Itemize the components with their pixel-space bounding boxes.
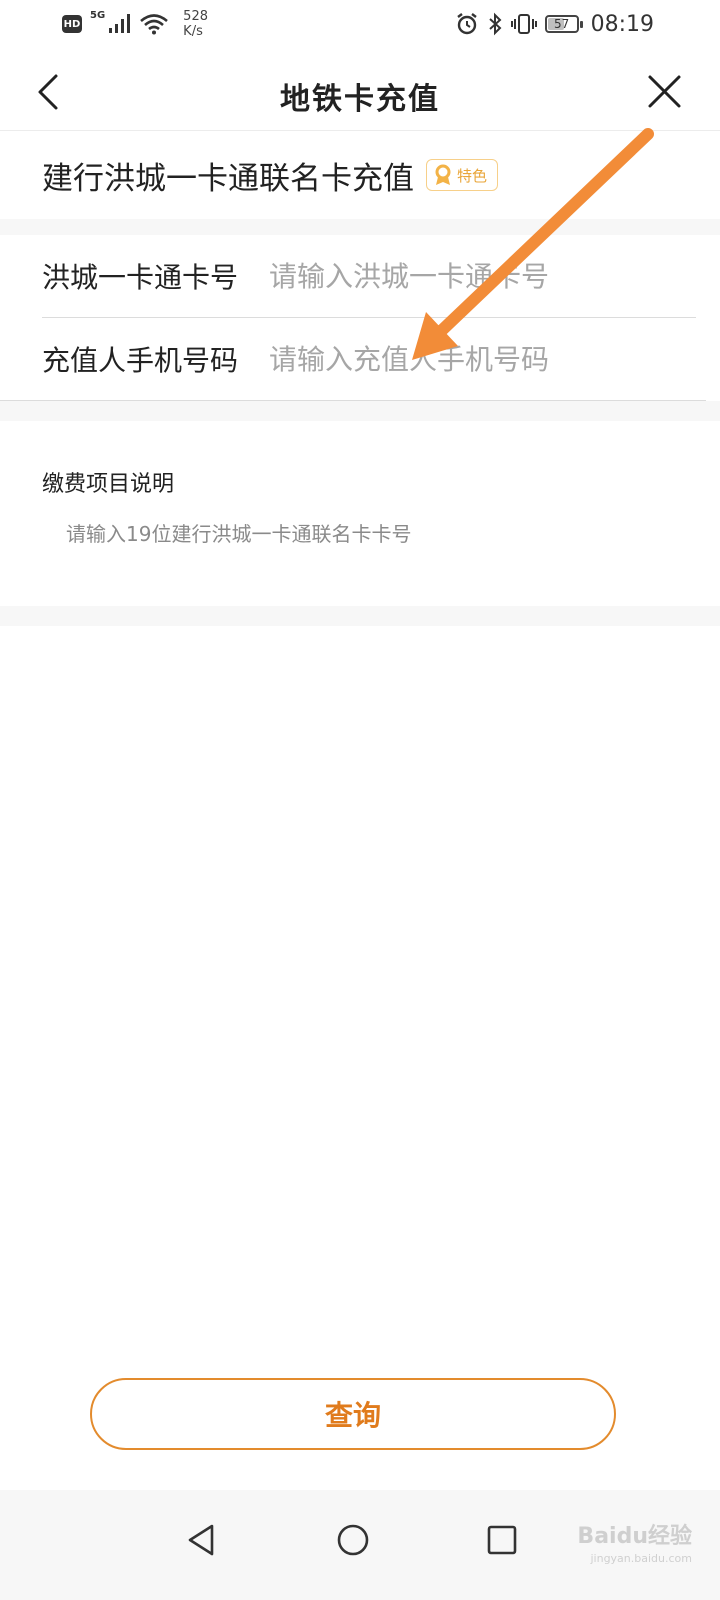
system-nav-bar: Baidu经验 jingyan.baidu.com: [0, 1490, 720, 1600]
feature-badge-label: 特色: [457, 166, 488, 185]
bluetooth-icon: [488, 12, 502, 36]
vibrate-icon: [510, 14, 537, 34]
nav-recents-button[interactable]: [472, 1510, 532, 1570]
speed-value: 528: [183, 9, 208, 24]
clock: 08:19: [590, 11, 654, 37]
close-button[interactable]: [644, 70, 684, 114]
status-bar: HD 5G 528 K/s 57 08:19: [0, 0, 720, 48]
card-title: 建行洪城一卡通联名卡充值: [42, 160, 414, 197]
wifi-icon: [140, 14, 169, 35]
network-speed: 528 K/s: [183, 9, 208, 39]
notes-title: 缴费项目说明: [42, 472, 175, 497]
close-icon: [648, 75, 681, 108]
card-number-input[interactable]: [267, 258, 671, 294]
battery-indicator: 57: [544, 15, 583, 33]
feature-badge: 特色: [426, 159, 499, 191]
ribbon-icon: [435, 164, 451, 185]
page-title: 地铁卡充值: [280, 82, 440, 117]
section-gap-3: [0, 606, 720, 626]
nav-back-button[interactable]: [172, 1510, 232, 1570]
phone-row: 充值人手机号码: [0, 318, 720, 400]
section-gap-2: [0, 401, 720, 421]
network-type: 5G: [90, 10, 106, 21]
signal-icon: [109, 14, 131, 33]
query-button[interactable]: 查询: [90, 1378, 616, 1450]
watermark-brand: Baidu经验: [577, 1524, 692, 1549]
card-number-label: 洪城一卡通卡号: [42, 261, 239, 294]
battery-level: 57: [553, 17, 570, 31]
triangle-back-icon: [188, 1524, 214, 1556]
card-title-row: 建行洪城一卡通联名卡充值 特色: [0, 131, 720, 219]
circle-home-icon: [337, 1524, 369, 1556]
watermark-url: jingyan.baidu.com: [590, 1552, 692, 1565]
status-left: HD 5G 528 K/s: [62, 8, 208, 40]
hd-badge: HD: [62, 15, 82, 33]
square-recents-icon: [487, 1525, 517, 1555]
speed-unit: K/s: [183, 24, 203, 39]
status-right: 57 08:19: [455, 8, 654, 40]
nav-home-button[interactable]: [323, 1510, 383, 1570]
phone-input[interactable]: [267, 341, 671, 377]
section-gap: [0, 219, 720, 235]
watermark: Baidu经验 jingyan.baidu.com: [577, 1518, 692, 1565]
phone-label: 充值人手机号码: [42, 344, 239, 377]
alarm-icon: [456, 13, 477, 35]
notes-text: 请输入19位建行洪城一卡通联名卡卡号: [66, 522, 412, 546]
card-number-row: 洪城一卡通卡号: [0, 235, 720, 317]
top-bar: 地铁卡充值: [0, 56, 720, 131]
